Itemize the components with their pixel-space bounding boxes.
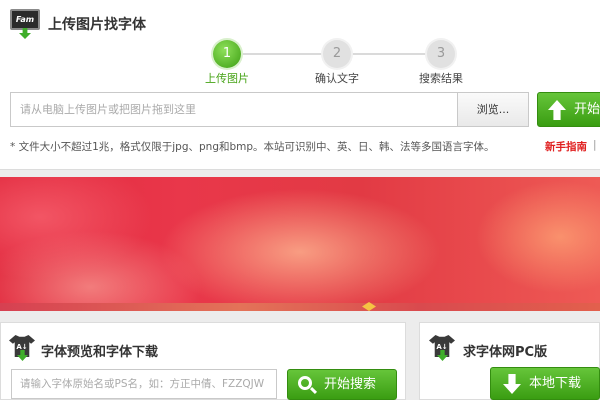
image-file-input[interactable]: 请从电脑上传图片或把图片拖到这里 bbox=[10, 92, 457, 127]
start-search-button[interactable]: 开始搜索 bbox=[287, 369, 397, 400]
font-name-search-input[interactable]: 请输入字体原始名或PS名，如：方正中倩、FZZQJW bbox=[11, 369, 277, 399]
browse-button[interactable]: 浏览... bbox=[457, 92, 529, 127]
beginner-guide-link[interactable]: 新手指南 bbox=[545, 139, 587, 154]
step-2-label: 确认文字 bbox=[315, 72, 359, 85]
upload-arrow-icon bbox=[548, 100, 566, 120]
upload-panel: Fam 上传图片找字体 1 2 3 上传图片 确认文字 搜索结果 请从电脑上传图… bbox=[0, 0, 600, 170]
step-3-circle: 3 bbox=[427, 40, 455, 68]
shirt-font-icon: A↓ bbox=[9, 335, 35, 361]
promo-banner[interactable] bbox=[0, 177, 600, 311]
upload-hint-text: * 文件大小不超过1兆，格式仅限于jpg、png和bmp。本站可识别中、英、日、… bbox=[10, 141, 495, 153]
start-upload-button[interactable]: 开始 bbox=[537, 92, 600, 127]
step-1-circle: 1 bbox=[213, 40, 241, 68]
start-search-label: 开始搜索 bbox=[324, 377, 377, 392]
page: Fam 上传图片找字体 1 2 3 上传图片 确认文字 搜索结果 请从电脑上传图… bbox=[0, 0, 600, 400]
download-arrow-icon bbox=[503, 374, 521, 394]
local-download-button[interactable]: 本地下载 bbox=[490, 367, 600, 400]
start-upload-label: 开始 bbox=[574, 102, 600, 117]
font-preview-panel: A↓ 字体预览和字体下载 请输入字体原始名或PS名，如：方正中倩、FZZQJW … bbox=[0, 322, 406, 400]
logo-screen: Fam bbox=[10, 9, 40, 30]
pc-version-title: 求字体网PC版 bbox=[463, 345, 548, 360]
monitor-upload-icon: Fam bbox=[10, 9, 40, 39]
link-separator: | bbox=[593, 139, 597, 151]
banner-strip bbox=[0, 302, 600, 311]
banner-gem-icon bbox=[362, 302, 376, 311]
font-preview-title: 字体预览和字体下载 bbox=[41, 345, 159, 360]
pc-version-panel: A↓ 求字体网PC版 本地下载 bbox=[419, 322, 600, 400]
search-icon-handle bbox=[309, 386, 318, 395]
pc-shirt-font-icon: A↓ bbox=[429, 335, 455, 361]
step-1-label: 上传图片 bbox=[205, 72, 249, 85]
local-download-label: 本地下载 bbox=[529, 376, 582, 391]
upload-panel-title: 上传图片找字体 bbox=[48, 17, 146, 33]
step-3-label: 搜索结果 bbox=[419, 72, 463, 85]
step-2-circle: 2 bbox=[323, 40, 351, 68]
